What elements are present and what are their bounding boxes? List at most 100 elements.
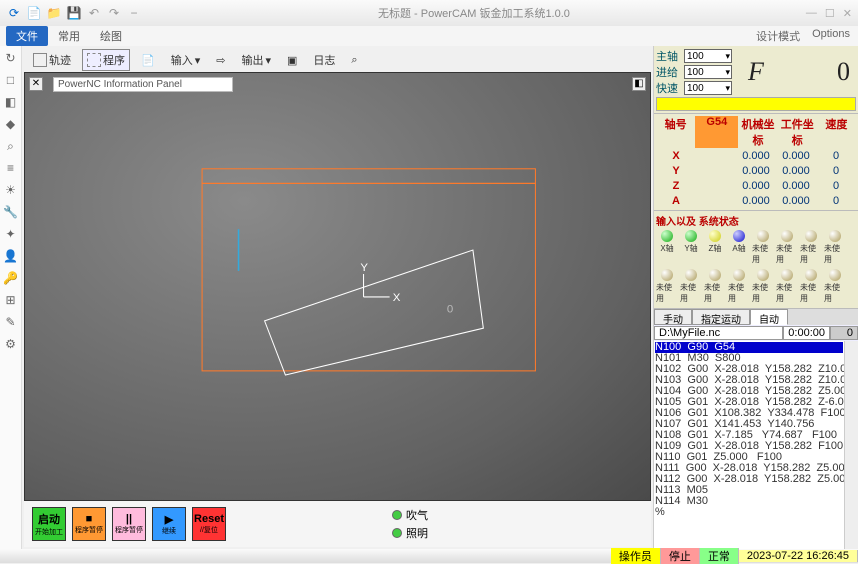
- led-A轴: A轴: [728, 230, 750, 265]
- output-icon[interactable]: ⇨: [211, 51, 230, 70]
- zoom-icon[interactable]: ⌕: [346, 51, 362, 70]
- left-tool-1[interactable]: □: [3, 72, 19, 88]
- led-未使用: 未使用: [800, 230, 822, 265]
- menu-draw[interactable]: 绘图: [90, 26, 132, 46]
- open-icon[interactable]: 📁: [46, 5, 62, 21]
- tab-manual[interactable]: 手动: [654, 309, 692, 325]
- menu-common[interactable]: 常用: [48, 26, 90, 46]
- left-tool-8[interactable]: ✦: [3, 226, 19, 242]
- close-button[interactable]: ✕: [843, 7, 852, 20]
- feed-row-快速: 快速100: [656, 80, 742, 96]
- io-title: 输入以及 系统状态: [656, 213, 856, 228]
- titlebar-quickaccess: ⟳ 📄 📁 💾 ↶ ↷ −: [6, 5, 142, 21]
- tab-auto[interactable]: 自动: [750, 309, 788, 325]
- left-tool-12[interactable]: ✎: [3, 314, 19, 330]
- left-tool-11[interactable]: ⊞: [3, 292, 19, 308]
- svg-text:X: X: [393, 292, 401, 304]
- ctrl-pink-button[interactable]: ||程序暂停: [112, 507, 146, 541]
- mode-tabs: 手动 指定运动 自动: [654, 309, 858, 325]
- status-stop: 停止: [661, 548, 700, 564]
- feed-select[interactable]: 100: [684, 49, 732, 63]
- radio-吹气[interactable]: 吹气: [392, 507, 428, 523]
- left-tool-13[interactable]: ⚙: [3, 336, 19, 352]
- input-button[interactable]: 输入 ▾: [166, 49, 206, 71]
- bottom-controls: 启动开始加工■程序暂停||程序暂停▶继续Reset//复位 吹气照明: [24, 501, 651, 547]
- scrollbar[interactable]: [844, 341, 858, 549]
- feed-bar[interactable]: [656, 97, 856, 111]
- dash-icon[interactable]: −: [126, 5, 142, 21]
- led-未使用: 未使用: [752, 269, 774, 304]
- new-icon[interactable]: 📄: [26, 5, 42, 21]
- led-未使用: 未使用: [752, 230, 774, 265]
- file-progress: 0: [830, 326, 858, 340]
- menu-options[interactable]: Options: [812, 28, 850, 44]
- led-未使用: 未使用: [800, 269, 822, 304]
- align-icon[interactable]: ▣: [282, 51, 302, 70]
- led-未使用: 未使用: [656, 269, 678, 304]
- left-tool-7[interactable]: 🔧: [3, 204, 19, 220]
- statusbar: 操作员 停止 正常 2023-07-22 16:26:45: [0, 549, 858, 563]
- log-button[interactable]: 日志: [308, 49, 340, 71]
- ctrl-green-button[interactable]: 启动开始加工: [32, 507, 66, 541]
- status-ok: 正常: [700, 548, 739, 564]
- left-toolbar: ↻ □ ◧ ◆ ⌕ ≡ ☀ 🔧 ✦ 👤 🔑 ⊞ ✎ ⚙: [0, 46, 22, 549]
- output-button[interactable]: 输出 ▾: [236, 49, 276, 71]
- gcode-line[interactable]: %: [655, 507, 843, 518]
- led-Z轴: Z轴: [704, 230, 726, 265]
- led-未使用: 未使用: [728, 269, 750, 304]
- led-Y轴: Y轴: [680, 230, 702, 265]
- window-title: 无标题 - PowerCAM 钣金加工系统1.0.0: [142, 5, 806, 21]
- redo-icon[interactable]: ↷: [106, 5, 122, 21]
- radio-照明[interactable]: 照明: [392, 525, 428, 541]
- coord-row-Z: Z0.0000.0000: [656, 178, 856, 193]
- feed-row-主轴: 主轴100: [656, 48, 742, 64]
- minimize-button[interactable]: —: [806, 7, 817, 20]
- left-tool-2[interactable]: ◧: [3, 94, 19, 110]
- menu-file[interactable]: 文件: [6, 26, 48, 46]
- hdr-speed: 速度: [817, 116, 856, 148]
- gcode-line[interactable]: N114 M30: [655, 496, 843, 507]
- viewport-3d[interactable]: ✕ PowerNC Information Panel ◧ X Y 0: [24, 72, 651, 501]
- ctrl-blue-button[interactable]: ▶继续: [152, 507, 186, 541]
- maximize-button[interactable]: ☐: [825, 7, 835, 20]
- coordinate-panel: 轴号 G54 机械坐标 工件坐标 速度 X0.0000.0000Y0.0000.…: [654, 114, 858, 211]
- window-buttons: — ☐ ✕: [806, 7, 852, 20]
- left-tool-9[interactable]: 👤: [3, 248, 19, 264]
- view-toolbar: 轨迹 程序 📄 输入 ▾ ⇨ 输出 ▾ ▣ 日志 ⌕: [24, 48, 651, 72]
- ctrl-orange-button[interactable]: ■程序暂停: [72, 507, 106, 541]
- undo-icon[interactable]: ↶: [86, 5, 102, 21]
- app-icon: ⟳: [6, 5, 22, 21]
- led-未使用: 未使用: [776, 269, 798, 304]
- coord-row-Y: Y0.0000.0000: [656, 163, 856, 178]
- left-tool-0[interactable]: ↻: [3, 50, 19, 66]
- hdr-work: 工件坐标: [778, 116, 817, 148]
- file-icon[interactable]: 📄: [136, 51, 160, 70]
- left-tool-6[interactable]: ☀: [3, 182, 19, 198]
- file-path: D:\MyFile.nc: [654, 326, 783, 340]
- feed-row-进给: 进给100: [656, 64, 742, 80]
- left-tool-4[interactable]: ⌕: [3, 138, 19, 154]
- menu-design-mode[interactable]: 设计模式: [756, 28, 800, 44]
- feed-select[interactable]: 100: [684, 81, 732, 95]
- gcode-list[interactable]: N100 G90 G54N101 M30 S800N102 G00 X-28.0…: [654, 341, 844, 549]
- track-button[interactable]: 轨迹: [28, 49, 76, 71]
- right-panel: 主轴100进给100快速100 F 0 轴号 G54 机械坐标 工件坐标 速度 …: [653, 46, 858, 549]
- ctrl-red-button[interactable]: Reset//复位: [192, 507, 226, 541]
- led-未使用: 未使用: [824, 269, 846, 304]
- status-operator: 操作员: [611, 548, 661, 564]
- led-未使用: 未使用: [776, 230, 798, 265]
- canvas-drawing: X Y 0: [25, 73, 650, 500]
- left-tool-5[interactable]: ≡: [3, 160, 19, 176]
- titlebar: ⟳ 📄 📁 💾 ↶ ↷ − 无标题 - PowerCAM 钣金加工系统1.0.0…: [0, 0, 858, 26]
- hdr-axis: 轴号: [656, 116, 695, 148]
- save-icon[interactable]: 💾: [66, 5, 82, 21]
- feed-letter: F: [748, 57, 764, 87]
- feed-select[interactable]: 100: [684, 65, 732, 79]
- path-button[interactable]: 程序: [82, 49, 130, 71]
- left-tool-3[interactable]: ◆: [3, 116, 19, 132]
- left-tool-10[interactable]: 🔑: [3, 270, 19, 286]
- file-time: 0:00:00: [783, 326, 830, 340]
- led-未使用: 未使用: [704, 269, 726, 304]
- menubar: 文件 常用 绘图 设计模式 Options: [0, 26, 858, 46]
- tab-jog[interactable]: 指定运动: [692, 309, 750, 325]
